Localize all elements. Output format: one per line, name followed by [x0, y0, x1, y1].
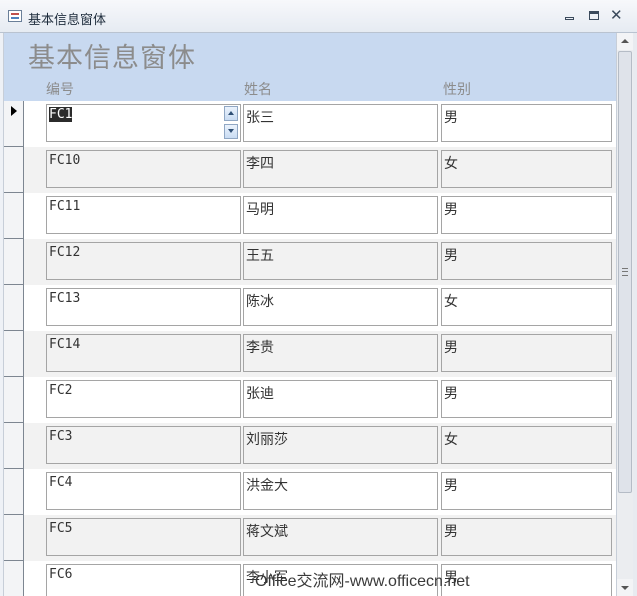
column-label-name: 姓名: [244, 82, 272, 98]
id-field[interactable]: FC4: [46, 472, 241, 510]
name-field[interactable]: 洪金大: [243, 472, 438, 510]
scroll-down-button[interactable]: [617, 579, 633, 596]
id-value: FC1: [49, 107, 73, 122]
id-field[interactable]: FC3: [46, 426, 241, 464]
name-field[interactable]: 蒋文斌: [243, 518, 438, 556]
scroll-up-button[interactable]: [617, 33, 633, 50]
scroll-thumb[interactable]: [618, 51, 632, 493]
right-border: [633, 33, 637, 596]
gender-field[interactable]: 男: [441, 196, 612, 234]
record-selector[interactable]: [4, 469, 24, 515]
current-record-icon: [11, 106, 17, 116]
name-field[interactable]: 陈冰: [243, 288, 438, 326]
record-selector[interactable]: [4, 377, 24, 423]
record-row: FC13 陈冰 女: [4, 285, 616, 331]
column-label-id: 编号: [46, 82, 74, 98]
name-field[interactable]: 张三: [243, 104, 438, 142]
vertical-scrollbar[interactable]: [616, 33, 633, 596]
record-selector[interactable]: [4, 331, 24, 377]
gender-field[interactable]: 男: [441, 334, 612, 372]
record-selector[interactable]: [4, 423, 24, 469]
record-row: FC12 王五 男: [4, 239, 616, 285]
record-row: FC10 李四 女: [4, 147, 616, 193]
name-field[interactable]: 李贵: [243, 334, 438, 372]
form-icon: [8, 10, 22, 22]
close-icon: ✕: [610, 6, 623, 24]
record-row: FC11 马明 男: [4, 193, 616, 239]
record-selector[interactable]: [4, 147, 24, 193]
id-field[interactable]: FC12: [46, 242, 241, 280]
gender-field[interactable]: 女: [441, 426, 612, 464]
record-row: FC4 洪金大 男: [4, 469, 616, 515]
record-selector[interactable]: [4, 193, 24, 239]
watermark-text: Office交流网-www.officecn.net: [255, 573, 470, 590]
gender-field[interactable]: 女: [441, 150, 612, 188]
id-field[interactable]: FC13: [46, 288, 241, 326]
record-selector[interactable]: [4, 515, 24, 561]
record-selector[interactable]: [4, 239, 24, 285]
name-field[interactable]: 王五: [243, 242, 438, 280]
form-header: 基本信息窗体 编号 姓名 性别: [4, 33, 616, 101]
id-field[interactable]: FC11: [46, 196, 241, 234]
spin-down-button[interactable]: [224, 124, 238, 139]
column-label-gender: 性别: [443, 82, 471, 98]
restore-icon: [589, 11, 599, 20]
gender-field[interactable]: 男: [441, 380, 612, 418]
record-selector-current[interactable]: [4, 101, 24, 147]
gender-field[interactable]: 男: [441, 242, 612, 280]
close-button[interactable]: ✕: [610, 6, 624, 24]
spin-up-button[interactable]: [224, 106, 238, 121]
form-body: 基本信息窗体 编号 姓名 性别 FC1 张三 男 FC10 李四 女 FC11 …: [0, 33, 637, 596]
name-field[interactable]: 张迪: [243, 380, 438, 418]
gender-field[interactable]: 男: [441, 472, 612, 510]
minimize-button[interactable]: [563, 9, 577, 23]
window-titlebar[interactable]: 基本信息窗体 ✕: [0, 0, 637, 33]
id-field[interactable]: FC1: [46, 104, 241, 142]
restore-button[interactable]: [587, 9, 601, 23]
record-selector[interactable]: [4, 285, 24, 331]
name-field[interactable]: 刘丽莎: [243, 426, 438, 464]
form-title: 基本信息窗体: [28, 43, 196, 74]
minimize-icon: [565, 17, 574, 20]
gender-field[interactable]: 女: [441, 288, 612, 326]
gender-field[interactable]: 男: [441, 104, 612, 142]
id-field[interactable]: FC14: [46, 334, 241, 372]
gender-field[interactable]: 男: [441, 518, 612, 556]
id-field[interactable]: FC6: [46, 564, 241, 596]
record-row: FC1 张三 男: [4, 101, 616, 147]
record-row: FC5 蒋文斌 男: [4, 515, 616, 561]
record-selector[interactable]: [4, 561, 24, 596]
record-row: FC3 刘丽莎 女: [4, 423, 616, 469]
id-field[interactable]: FC10: [46, 150, 241, 188]
id-field[interactable]: FC2: [46, 380, 241, 418]
name-field[interactable]: 马明: [243, 196, 438, 234]
window-title: 基本信息窗体: [28, 13, 107, 28]
name-field[interactable]: 李四: [243, 150, 438, 188]
record-row: FC2 张迪 男: [4, 377, 616, 423]
record-row: FC14 李贵 男: [4, 331, 616, 377]
id-field[interactable]: FC5: [46, 518, 241, 556]
